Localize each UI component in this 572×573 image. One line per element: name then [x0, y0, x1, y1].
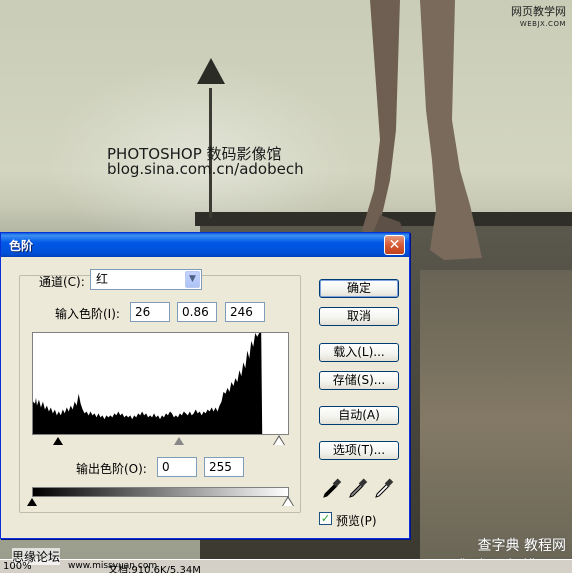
input-white-slider-fill: [274, 437, 284, 445]
black-eyedropper-icon[interactable]: [321, 476, 343, 498]
levels-dialog: 色阶 ✕ 通道(C): 红 ▼ 输入色阶(I): 26 0.86 246 输出色…: [0, 232, 410, 539]
walking-legs: [362, 0, 482, 262]
close-button[interactable]: ✕: [384, 235, 405, 255]
white-eyedropper-icon[interactable]: [373, 476, 395, 498]
preview-checkbox[interactable]: ✓: [319, 512, 332, 525]
input-levels-label: 输入色阶(I):: [55, 307, 120, 321]
input-gamma-field[interactable]: 0.86: [177, 302, 217, 322]
histogram: [32, 332, 289, 435]
auto-button[interactable]: 自动(A): [319, 406, 399, 425]
channel-value: 红: [96, 272, 109, 286]
input-white-field[interactable]: 246: [225, 302, 265, 322]
close-icon: ✕: [388, 237, 401, 253]
dialog-title: 色阶: [9, 239, 34, 253]
gray-eyedropper-icon[interactable]: [347, 476, 369, 498]
load-button[interactable]: 载入(L)...: [319, 343, 399, 362]
watermark-blog: blog.sina.com.cn/adobech: [107, 160, 304, 178]
preview-label[interactable]: 预览(P): [336, 512, 377, 529]
output-levels-label: 输出色阶(O):: [76, 462, 147, 476]
input-black-field[interactable]: 26: [130, 302, 170, 322]
output-gradient-bar: [32, 487, 289, 497]
ok-button[interactable]: 确定: [319, 279, 399, 298]
output-black-field[interactable]: 0: [157, 457, 197, 477]
save-button[interactable]: 存储(S)...: [319, 371, 399, 390]
site-logo-top-text: 网页教学网: [511, 5, 566, 18]
signpost-sign: [197, 58, 225, 84]
site-logo-top: 网页教学网 WEBJX.COM: [511, 6, 566, 30]
output-white-field[interactable]: 255: [204, 457, 244, 477]
site-logo-bottom-text: 查字典 教程网: [477, 538, 566, 554]
site-logo-top-sub: WEBJX.COM: [519, 20, 566, 28]
document-info: 文档:910.6K/5.34M: [108, 565, 201, 573]
cancel-button[interactable]: 取消: [319, 307, 399, 326]
channel-select[interactable]: 红 ▼: [90, 269, 202, 290]
status-bar: 思缘论坛 100% www.missyuan.com 文档:910.6K/5.3…: [0, 548, 572, 573]
input-gamma-slider[interactable]: [174, 437, 184, 445]
output-white-slider-fill: [283, 498, 293, 506]
chevron-down-icon[interactable]: ▼: [185, 271, 200, 288]
input-black-slider[interactable]: [53, 437, 63, 445]
options-button[interactable]: 选项(T)...: [319, 441, 399, 460]
zoom-level[interactable]: 100%: [3, 561, 32, 572]
output-black-slider[interactable]: [27, 498, 37, 506]
dialog-titlebar[interactable]: 色阶 ✕: [1, 233, 409, 257]
channel-label: 通道(C):: [39, 275, 85, 289]
pier-reflection: [420, 270, 572, 573]
